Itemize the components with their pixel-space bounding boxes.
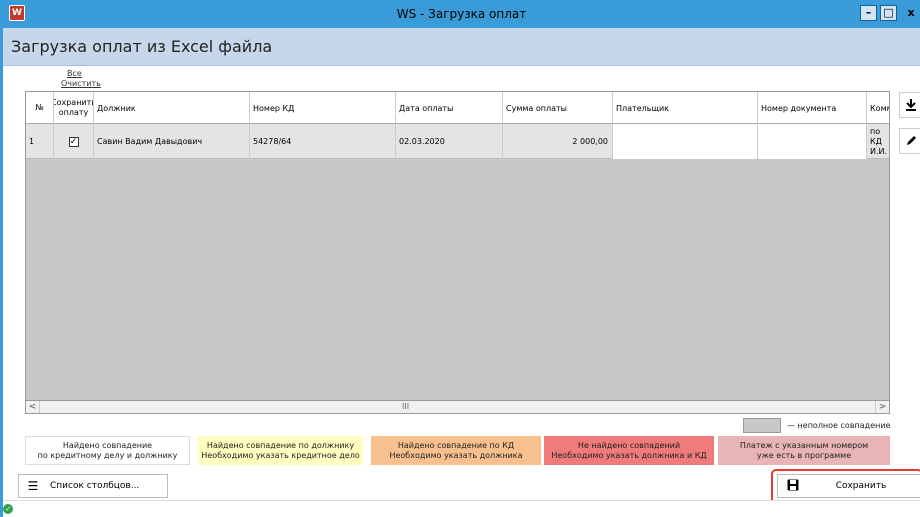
maximize-button[interactable]: □ xyxy=(880,5,897,21)
legend-full-match: Найдено совпадение по кредитному делу и … xyxy=(25,436,190,465)
scroll-right-icon[interactable]: > xyxy=(875,401,889,413)
legend-line: Необходимо указать кредитное дело xyxy=(201,450,360,460)
partial-match-swatch xyxy=(743,418,781,433)
legend-kd-match: Найдено совпадение по КД Необходимо указ… xyxy=(371,436,541,465)
col-header-amount[interactable]: Сумма оплаты xyxy=(503,92,613,124)
kd-cell[interactable]: 54278/64 xyxy=(250,124,396,159)
save-cell: ✓ xyxy=(54,124,94,159)
legend-line: Найдено совпадение по КД xyxy=(397,440,515,450)
legend-line: Необходимо указать должника и КД xyxy=(551,450,707,460)
column-list-label: Список столбцов... xyxy=(50,481,140,491)
table-row[interactable]: 1 ✓ Савин Вадим Давыдович 54278/64 02.03… xyxy=(26,124,889,159)
close-button[interactable]: x xyxy=(902,5,920,21)
document-cell[interactable] xyxy=(758,124,867,159)
download-button[interactable] xyxy=(899,92,920,118)
legend-line: Необходимо указать должника xyxy=(389,450,523,460)
scroll-thumb[interactable]: III xyxy=(402,402,409,412)
col-header-number[interactable]: № xyxy=(26,92,54,124)
select-all-link[interactable]: Все xyxy=(67,69,82,79)
col-header-save[interactable]: Сохранить оплату xyxy=(54,92,94,124)
legend-debtor-match: Найдено совпадение по должнику Необходим… xyxy=(198,436,363,465)
save-checkbox[interactable]: ✓ xyxy=(68,136,79,147)
download-icon xyxy=(906,99,916,111)
grid-header: № Сохранить оплату Должник Номер КД Дата… xyxy=(26,92,889,124)
pencil-icon xyxy=(906,136,916,145)
amount-cell[interactable]: 2 000,00 xyxy=(503,124,613,159)
col-header-document[interactable]: Номер документа xyxy=(758,92,867,124)
clear-selection-link[interactable]: Очистить xyxy=(61,79,101,89)
debtor-cell[interactable]: Савин Вадим Давыдович xyxy=(94,124,250,159)
window-title: WS - Загрузка оплат xyxy=(396,7,527,21)
legend-line: Платеж с указанным номером xyxy=(739,440,869,450)
partial-match-label: — неполное совпадение xyxy=(787,421,891,430)
legend-line: уже есть в программе xyxy=(756,450,852,460)
page-title: Загрузка оплат из Excel файла xyxy=(11,37,273,56)
list-icon: ☰ xyxy=(27,479,39,493)
column-list-button[interactable]: ☰ Список столбцов... xyxy=(18,474,168,498)
legend-line: Найдено совпадение по должнику xyxy=(206,440,355,450)
col-header-comment[interactable]: Комм xyxy=(867,92,889,124)
page-header: Загрузка оплат из Excel файла xyxy=(3,28,920,66)
title-bar[interactable]: W WS - Загрузка оплат – □ x xyxy=(3,0,920,28)
legend-line: Не найдено совпадений xyxy=(577,440,681,450)
date-cell[interactable]: 02.03.2020 xyxy=(396,124,503,159)
payments-grid: № Сохранить оплату Должник Номер КД Дата… xyxy=(25,91,890,414)
row-number: 1 xyxy=(26,124,54,159)
status-bar: ✓ xyxy=(3,500,920,517)
check-circle-icon: ✓ xyxy=(3,504,13,514)
legend-no-match: Не найдено совпадений Необходимо указать… xyxy=(544,436,714,465)
col-header-kd[interactable]: Номер КД xyxy=(250,92,396,124)
minimize-button[interactable]: – xyxy=(860,5,877,21)
app-window: W WS - Загрузка оплат – □ x Загрузка опл… xyxy=(0,0,920,517)
legend-duplicate: Платеж с указанным номером уже есть в пр… xyxy=(718,436,890,465)
col-header-payer[interactable]: Плательщик xyxy=(613,92,758,124)
legend-line: Найдено совпадение xyxy=(62,440,153,450)
edit-button[interactable] xyxy=(899,128,920,154)
horizontal-scrollbar[interactable]: < III > xyxy=(25,400,890,414)
payer-cell[interactable] xyxy=(613,124,758,159)
legend-line: по кредитному делу и должнику xyxy=(37,450,178,460)
col-header-date[interactable]: Дата оплаты xyxy=(396,92,503,124)
comment-cell[interactable]: по КД И.И. xyxy=(867,124,889,159)
col-header-debtor[interactable]: Должник xyxy=(94,92,250,124)
scroll-left-icon[interactable]: < xyxy=(26,401,40,413)
